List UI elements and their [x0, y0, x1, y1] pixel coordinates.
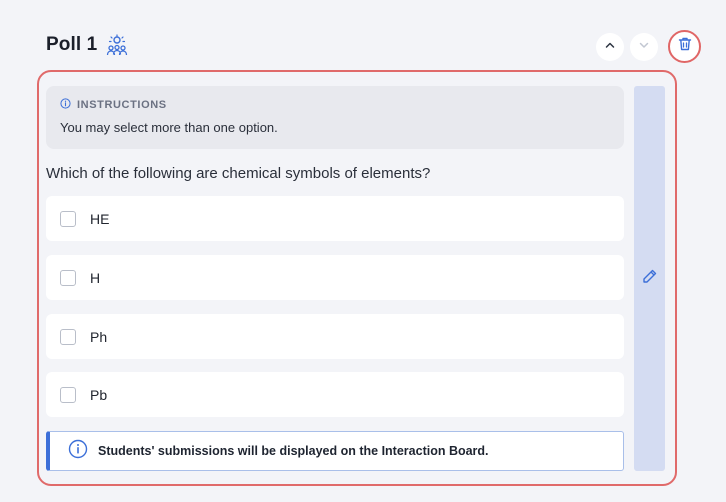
- poll-card: INSTRUCTIONS You may select more than on…: [37, 70, 677, 486]
- info-icon: [60, 98, 71, 112]
- option-h[interactable]: H: [46, 255, 624, 300]
- instructions-header: INSTRUCTIONS: [60, 98, 610, 112]
- poll-question: Which of the following are chemical symb…: [46, 165, 431, 182]
- instructions-text: You may select more than one option.: [60, 120, 278, 135]
- instructions-heading: INSTRUCTIONS: [77, 99, 167, 111]
- option-label: H: [90, 269, 101, 286]
- chevron-up-icon: [604, 38, 616, 56]
- interaction-board-notice: Students' submissions will be displayed …: [46, 431, 624, 471]
- move-down-button[interactable]: [630, 32, 658, 61]
- option-ph[interactable]: Ph: [46, 314, 624, 359]
- chevron-down-icon: [638, 38, 650, 56]
- trash-icon: [677, 36, 693, 57]
- option-label: Pb: [90, 386, 108, 403]
- option-checkbox[interactable]: [60, 269, 76, 286]
- option-label: Ph: [90, 328, 108, 345]
- edit-poll-button[interactable]: [634, 86, 665, 471]
- option-label: HE: [90, 210, 110, 227]
- delete-poll-button[interactable]: [668, 30, 701, 63]
- move-up-button[interactable]: [596, 32, 624, 61]
- option-pb[interactable]: Pb: [46, 372, 624, 417]
- poll-actions: [596, 30, 701, 63]
- notice-text: Students' submissions will be displayed …: [98, 444, 489, 458]
- option-checkbox[interactable]: [60, 210, 76, 227]
- option-he[interactable]: HE: [46, 196, 624, 241]
- option-checkbox[interactable]: [60, 328, 76, 345]
- poll-header: Poll 1: [46, 28, 701, 63]
- info-icon: [68, 439, 88, 464]
- instructions-box: INSTRUCTIONS You may select more than on…: [46, 86, 624, 149]
- poll-title: Poll 1: [46, 34, 98, 55]
- option-checkbox[interactable]: [60, 386, 76, 403]
- presenter-audience-icon: [106, 34, 128, 56]
- pencil-icon: [641, 268, 658, 290]
